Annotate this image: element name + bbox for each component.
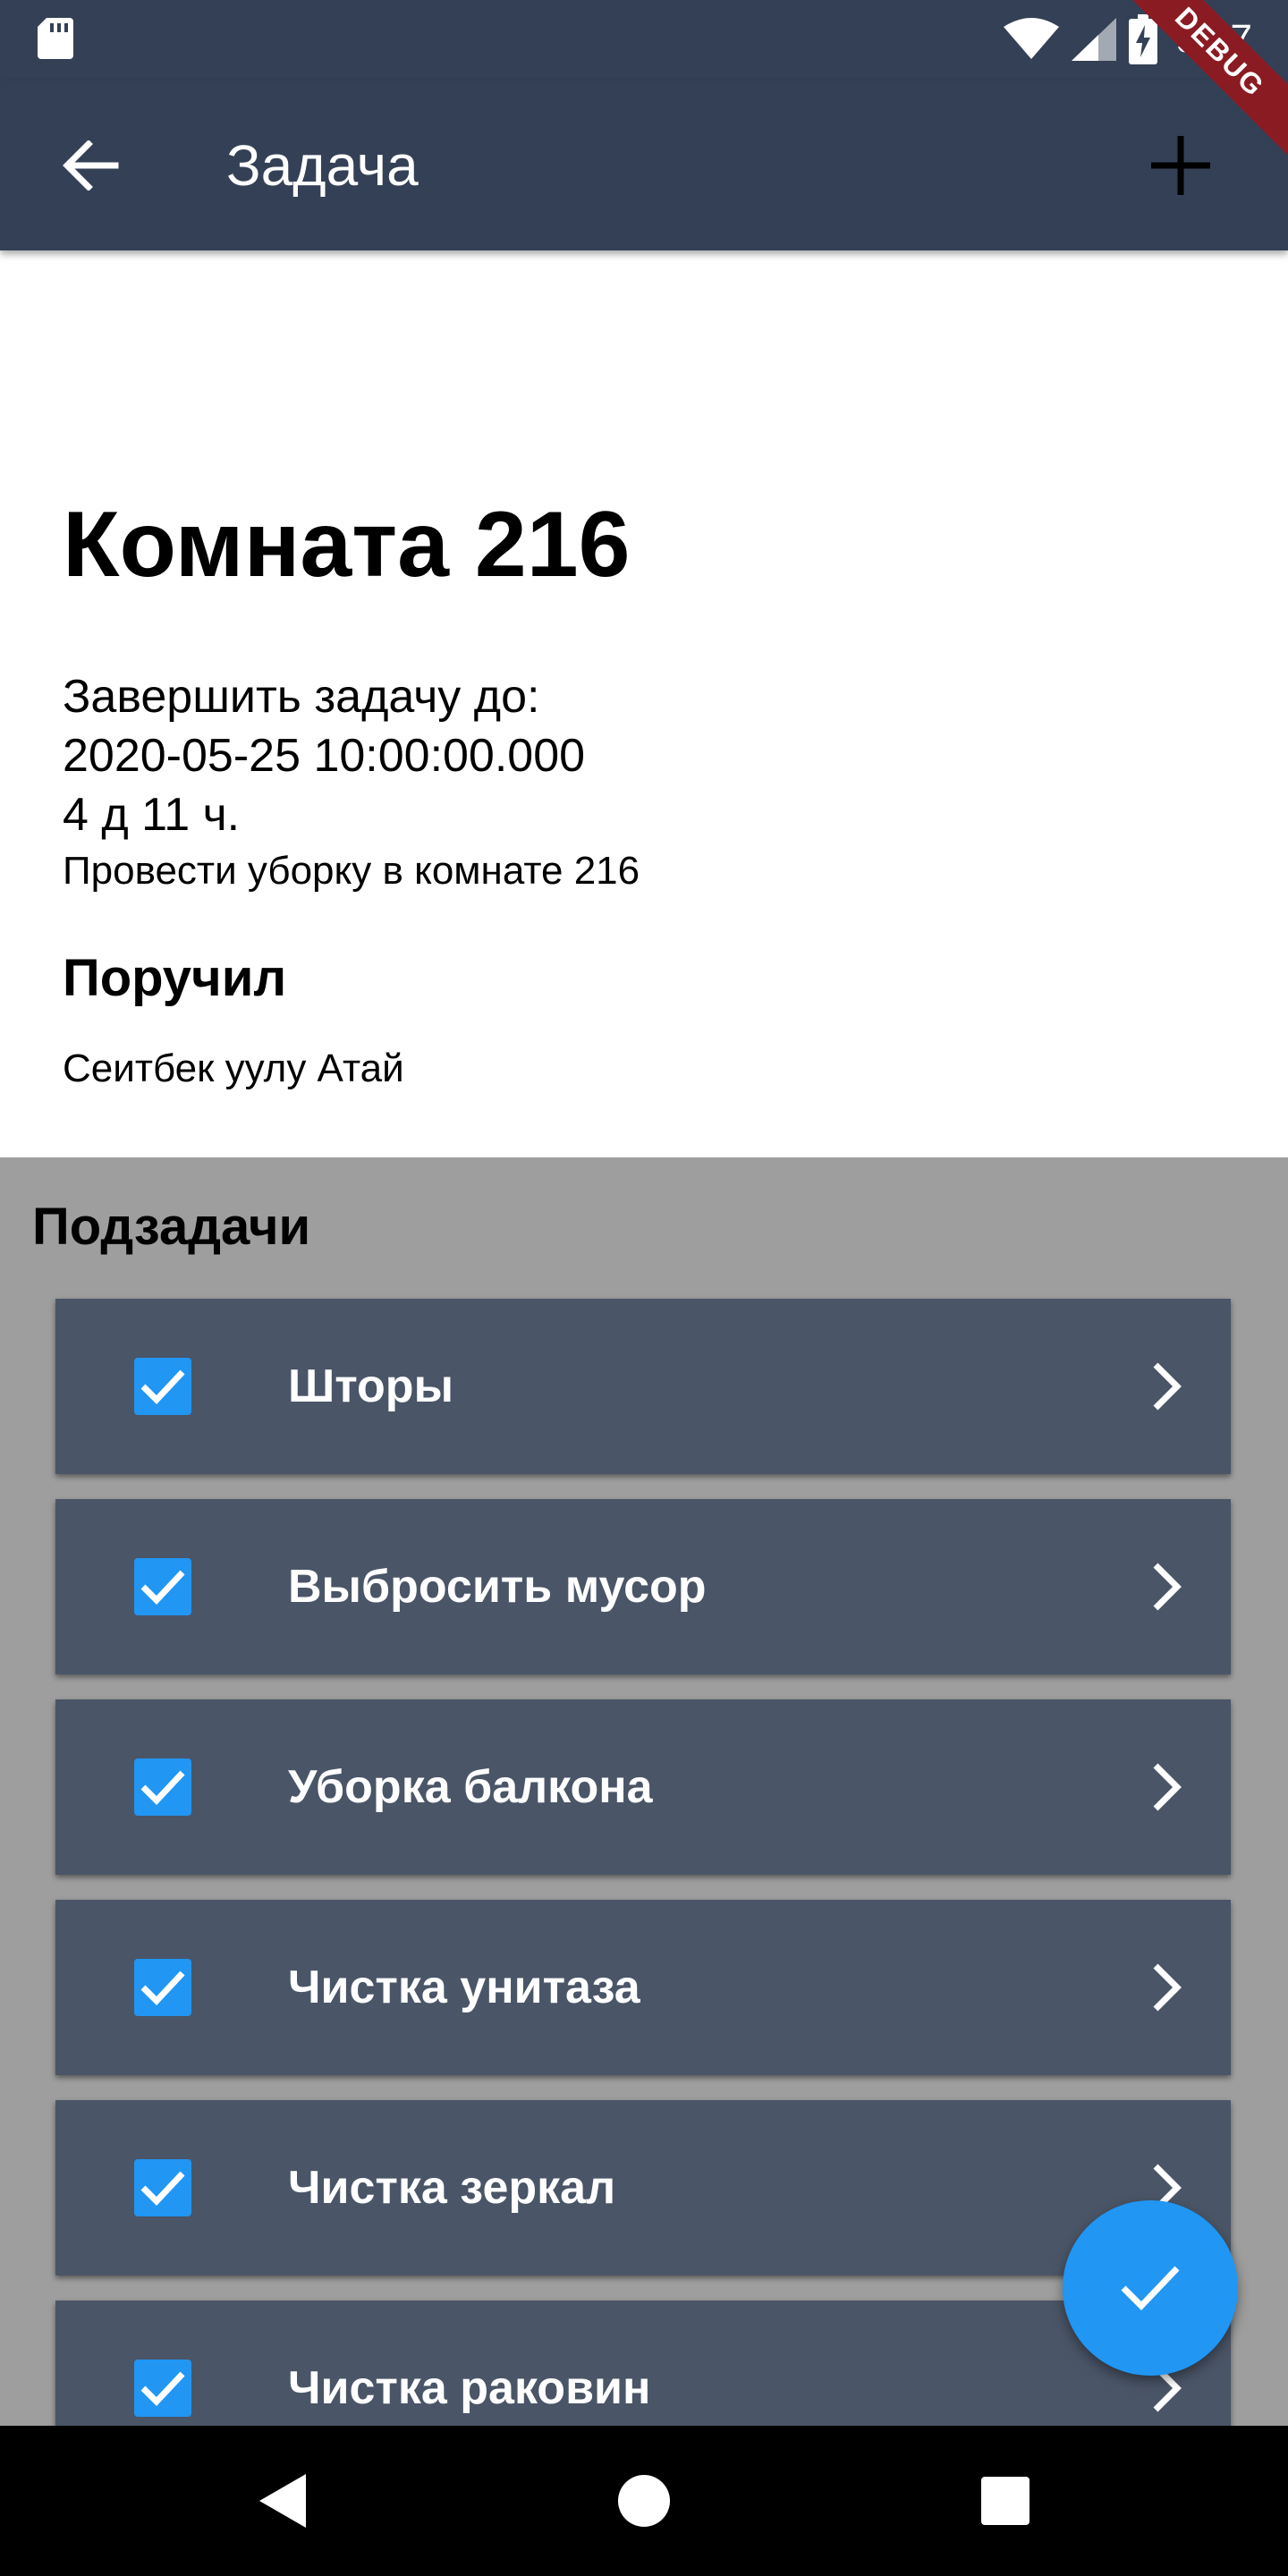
task-info: Завершить задачу до: 2020-05-25 10:00:00… — [63, 667, 1225, 898]
app-bar: Задача — [0, 80, 1288, 250]
back-triangle-icon — [259, 2474, 306, 2528]
check-icon — [140, 2371, 185, 2407]
task-title: Комната 216 — [63, 493, 631, 597]
subtask-checkbox[interactable] — [134, 1758, 191, 1816]
back-button[interactable] — [50, 125, 131, 206]
subtask-item[interactable]: Чистка унитаза — [55, 1900, 1231, 2075]
nav-home-button[interactable] — [608, 2465, 680, 2537]
check-icon — [140, 2171, 185, 2207]
assigner-heading: Поручил — [63, 949, 287, 1007]
page-title: Задача — [226, 133, 419, 198]
wifi-icon — [1004, 18, 1060, 59]
deadline-label: Завершить задачу до: — [63, 671, 540, 723]
plus-icon — [1151, 136, 1210, 195]
nav-back-button[interactable] — [247, 2465, 318, 2537]
subtask-label: Шторы — [288, 1360, 453, 1412]
subtask-checkbox[interactable] — [134, 2159, 191, 2216]
battery-charging-icon — [1129, 14, 1158, 64]
time-left: 4 д 11 ч. — [63, 789, 241, 841]
task-details: Комната 216 Завершить задачу до: 2020-05… — [0, 250, 1288, 1157]
subtask-item[interactable]: Чистка зеркал — [55, 2100, 1231, 2275]
chevron-right-icon — [1153, 1362, 1182, 1411]
deadline-value: 2020-05-25 10:00:00.000 — [63, 730, 586, 782]
home-circle-icon — [618, 2475, 670, 2527]
status-bar: 9:37 — [0, 0, 1288, 80]
subtask-checkbox[interactable] — [134, 2360, 191, 2417]
check-icon — [140, 1770, 185, 1806]
subtask-label: Выбросить мусор — [288, 1561, 707, 1613]
check-icon — [140, 1570, 185, 1606]
check-icon — [140, 1369, 185, 1405]
subtask-item[interactable]: Выбросить мусор — [55, 1499, 1231, 1674]
subtask-label: Чистка унитаза — [288, 1962, 640, 2013]
add-button[interactable] — [1136, 121, 1225, 210]
check-icon — [1121, 2266, 1180, 2311]
subtasks-heading: Подзадачи — [32, 1198, 311, 1256]
subtask-item[interactable]: Уборка балкона — [55, 1699, 1231, 1875]
subtask-list: Шторы Выбросить мусор Уборка балкона Чис… — [55, 1299, 1233, 2426]
subtask-item[interactable]: Чистка раковин — [55, 2301, 1231, 2426]
subtask-label: Уборка балкона — [288, 1761, 653, 1813]
signal-icon — [1072, 18, 1117, 61]
subtask-checkbox[interactable] — [134, 1358, 191, 1415]
assigner-name: Сеитбек уулу Атай — [63, 1046, 404, 1090]
chevron-right-icon — [1153, 1963, 1182, 2012]
system-nav-bar — [0, 2426, 1288, 2576]
subtask-label: Чистка раковин — [288, 2362, 651, 2414]
nav-recents-button[interactable] — [970, 2465, 1041, 2537]
task-description: Провести уборку в комнате 216 — [63, 849, 640, 893]
complete-task-button[interactable] — [1063, 2200, 1238, 2376]
subtask-label: Чистка зеркал — [288, 2162, 616, 2214]
arrow-back-icon — [63, 140, 119, 191]
subtask-checkbox[interactable] — [134, 1959, 191, 2016]
subtask-item[interactable]: Шторы — [55, 1299, 1231, 1474]
subtask-checkbox[interactable] — [134, 1558, 191, 1615]
check-icon — [140, 1970, 185, 2006]
recents-square-icon — [981, 2477, 1030, 2525]
chevron-right-icon — [1153, 1763, 1182, 1811]
sd-card-icon — [38, 18, 73, 59]
chevron-right-icon — [1153, 1563, 1182, 1611]
